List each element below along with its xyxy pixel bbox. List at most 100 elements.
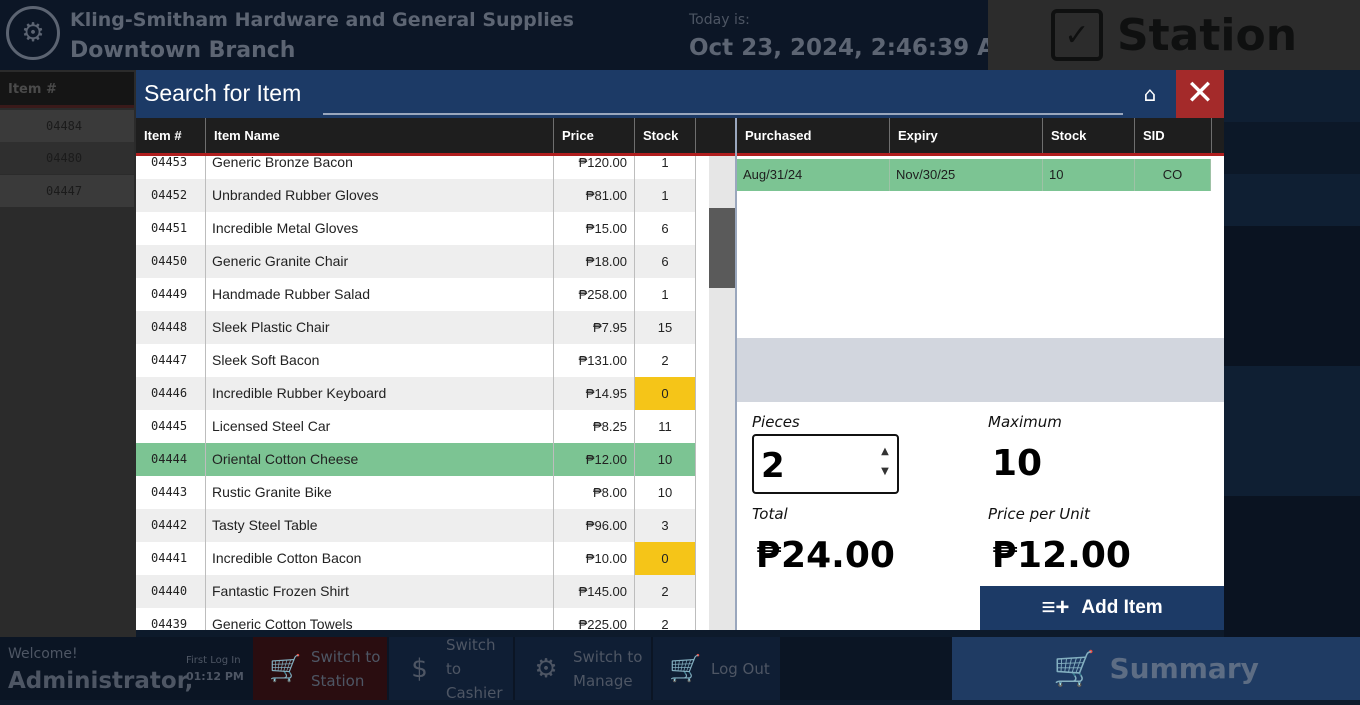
item-stock: 1 [635,156,696,179]
table-row[interactable]: 04441 Incredible Cotton Bacon ₱10.00 0 [136,542,696,575]
switch-station-line1: Switch to [311,647,381,666]
item-price: ₱96.00 [554,509,635,542]
item-price: ₱120.00 [554,156,635,179]
item-number: 04447 [136,344,206,377]
log-out-button[interactable]: 🛒 Log Out [653,637,780,700]
total-value: ₱24.00 [756,535,895,576]
item-stock: 6 [635,212,696,245]
switch-station-line2: Station [311,671,365,690]
item-stock: 2 [635,575,696,608]
item-name: Generic Granite Chair [206,245,554,278]
item-number: 04451 [136,212,206,245]
close-button[interactable]: ✕ [1176,70,1224,118]
store-icon[interactable]: ⌂ [1138,82,1162,106]
table-row[interactable]: 04444 Oriental Cotton Cheese ₱12.00 10 [136,443,696,476]
switch-cashier-label: Switch to Cashier [446,633,513,705]
gear-icon: ⚙ [534,653,558,684]
item-name: Generic Bronze Bacon [206,156,554,179]
item-name: Unbranded Rubber Gloves [206,179,554,212]
item-stock: 0 [635,377,696,410]
item-price: ₱258.00 [554,278,635,311]
item-name: Incredible Metal Gloves [206,212,554,245]
today-datetime: Oct 23, 2024, 2:46:39 AM [689,35,1018,61]
modal-header: Search for Item ⌂ ✕ [136,70,1224,118]
col-stock[interactable]: Stock [635,118,696,153]
price-per-unit-label: Price per Unit [988,505,1090,523]
user-name: Administrator, [8,668,194,694]
add-item-button[interactable]: ≡+ Add Item [980,586,1224,630]
table-row[interactable]: 04440 Fantastic Frozen Shirt ₱145.00 2 [136,575,696,608]
table-row[interactable]: 04448 Sleek Plastic Chair ₱7.95 15 [136,311,696,344]
background-panel-block [1224,226,1360,366]
station-title: Station [1116,9,1298,61]
item-name: Fantastic Frozen Shirt [206,575,554,608]
stock-batch-row[interactable]: Aug/31/24 Nov/30/25 10 CO [737,159,1211,191]
background-item-row: 04484 [0,110,134,142]
item-stock: 1 [635,278,696,311]
batch-sid: CO [1135,159,1211,191]
switch-cashier-line1: Switch to [445,635,496,678]
item-price: ₱14.95 [554,377,635,410]
item-name: Sleek Plastic Chair [206,311,554,344]
switch-manage-label: Switch to Manage [573,645,642,693]
company-name: Kling-Smitham Hardware and General Suppl… [70,9,574,31]
table-row[interactable]: 04453 Generic Bronze Bacon ₱120.00 1 [136,156,696,179]
switch-to-manage-button[interactable]: ⚙ Switch to Manage [515,637,651,700]
col-stock-batch[interactable]: Stock [1043,118,1135,153]
today-label: Today is: [689,12,750,28]
checklist-icon: ✓ [1050,9,1103,61]
item-price: ₱8.25 [554,410,635,443]
col-sid[interactable]: SID [1135,118,1212,153]
increment-icon[interactable]: ▲ [878,446,892,462]
station-banner: ✓ Station [988,0,1360,70]
item-price: ₱145.00 [554,575,635,608]
item-name: Oriental Cotton Cheese [206,443,554,476]
store-logo-icon: ⚙ [6,6,60,60]
item-price: ₱131.00 [554,344,635,377]
background-item-row: 04447 [0,175,134,207]
col-expiry[interactable]: Expiry [890,118,1043,153]
item-number: 04449 [136,278,206,311]
table-row[interactable]: 04449 Handmade Rubber Salad ₱258.00 1 [136,278,696,311]
item-number: 04453 [136,156,206,179]
table-row[interactable]: 04452 Unbranded Rubber Gloves ₱81.00 1 [136,179,696,212]
item-stock: 0 [635,542,696,575]
table-row[interactable]: 04445 Licensed Steel Car ₱8.25 11 [136,410,696,443]
scrollbar-thumb[interactable] [709,208,735,288]
decrement-icon[interactable]: ▼ [878,466,892,482]
pieces-value[interactable]: 2 [761,446,785,486]
modal-title: Search for Item [144,80,302,106]
col-purchased[interactable]: Purchased [737,118,890,153]
switch-to-cashier-button[interactable]: $ Switch to Cashier [389,636,513,702]
pieces-stepper[interactable]: 2 ▲ ▼ [752,434,899,494]
summary-button[interactable]: 🛒 Summary [952,637,1360,700]
col-item-name[interactable]: Item Name [206,118,554,153]
switch-manage-line1: Switch to [573,647,643,666]
item-name: Tasty Steel Table [206,509,554,542]
table-row[interactable]: 04446 Incredible Rubber Keyboard ₱14.95 0 [136,377,696,410]
item-stock: 10 [635,476,696,509]
item-number: 04443 [136,476,206,509]
cart-icon: 🛒 [1053,648,1096,689]
search-input[interactable] [323,113,1123,115]
first-login-label: First Log In [186,655,241,666]
col-price[interactable]: Price [554,118,635,153]
table-row[interactable]: 04450 Generic Granite Chair ₱18.00 6 [136,245,696,278]
pieces-label: Pieces [752,413,800,431]
playlist-add-icon: ≡+ [1041,594,1070,621]
col-item-number[interactable]: Item # [136,118,206,153]
log-out-label: Log Out [711,659,770,678]
table-row[interactable]: 04451 Incredible Metal Gloves ₱15.00 6 [136,212,696,245]
item-name: Generic Cotton Towels [206,608,554,630]
table-row[interactable]: 04442 Tasty Steel Table ₱96.00 3 [136,509,696,542]
item-number: 04444 [136,443,206,476]
table-row[interactable]: 04439 Generic Cotton Towels ₱225.00 2 [136,608,696,630]
items-table-body: 04453 Generic Bronze Bacon ₱120.00 1 04452 Un… [136,156,696,630]
table-row[interactable]: 04447 Sleek Soft Bacon ₱131.00 2 [136,344,696,377]
table-row[interactable]: 04443 Rustic Granite Bike ₱8.00 10 [136,476,696,509]
branch-name: Downtown Branch [70,38,296,63]
item-price: ₱81.00 [554,179,635,212]
switch-to-station-button[interactable]: 🛒 Switch to Station [253,637,387,700]
item-stock: 3 [635,509,696,542]
item-name: Incredible Cotton Bacon [206,542,554,575]
